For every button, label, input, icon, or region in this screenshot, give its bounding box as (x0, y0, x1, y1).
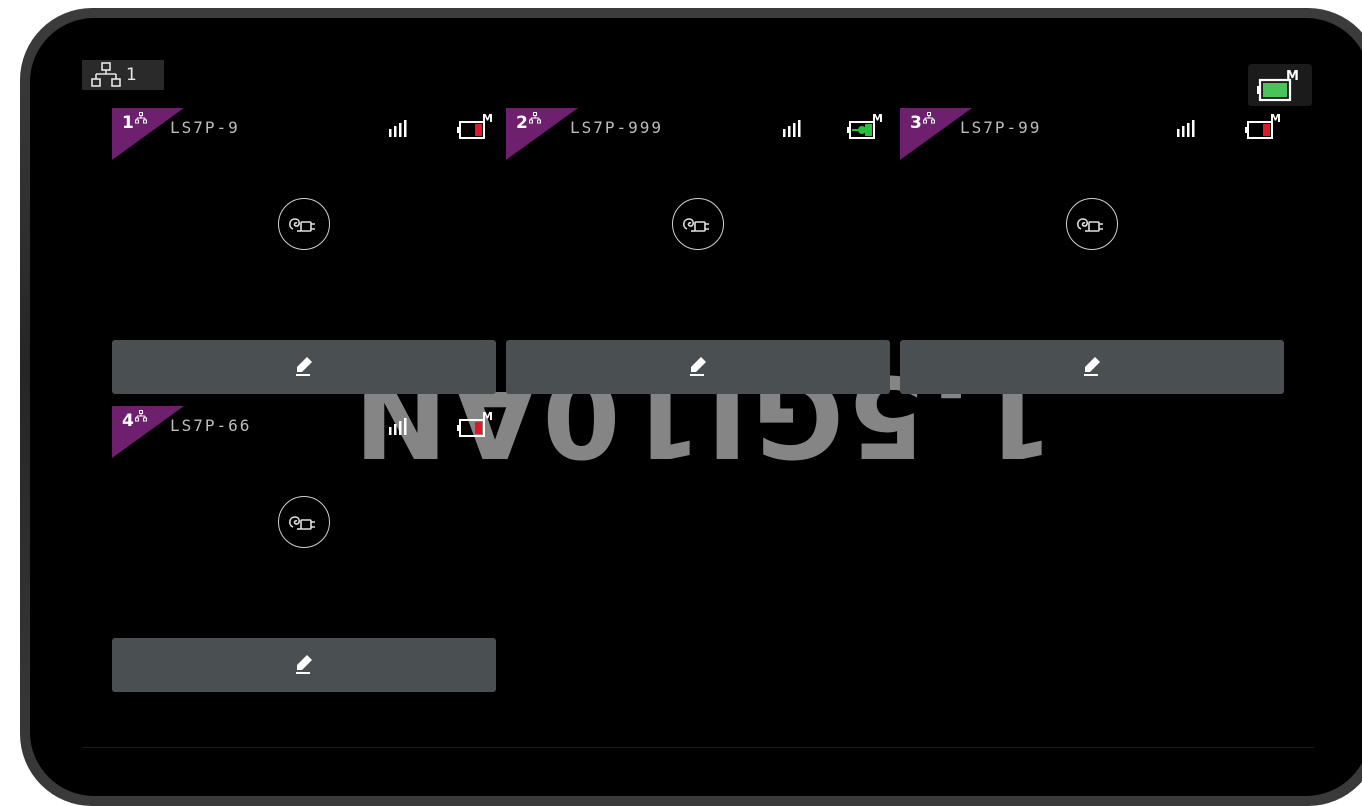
battery-icon: M (457, 410, 493, 437)
network-icon (91, 62, 121, 87)
card-index-number: 2 (516, 113, 528, 133)
pencil-icon (296, 357, 312, 376)
signal-icon (783, 120, 801, 137)
cable-plug-icon (289, 218, 315, 232)
card-header: 2 LS7P-999 M (506, 108, 890, 168)
top-battery-status: M (1248, 64, 1312, 106)
battery-icon: M (457, 112, 493, 139)
device-name: LS7P-999 (570, 118, 664, 137)
device-name: LS7P-66 (170, 416, 252, 435)
card-index: 3 (910, 112, 935, 133)
pencil-icon (690, 357, 706, 376)
cable-plug-icon (1077, 218, 1103, 232)
card-index-number: 1 (122, 113, 134, 133)
card-index: 4 (122, 410, 147, 431)
plug-icon[interactable] (672, 198, 724, 250)
cable-plug-icon (289, 516, 315, 530)
card-index-number: 4 (122, 411, 134, 431)
card-header: 4 LS7P-66 M (112, 406, 496, 466)
network-small-icon (134, 410, 147, 422)
svg-text:M: M (482, 112, 493, 125)
battery-icon: M (1257, 69, 1299, 102)
svg-text:M: M (482, 410, 493, 423)
device-name: LS7P-99 (960, 118, 1042, 137)
card-header: 1 LS7P-9 M (112, 108, 496, 168)
card-index: 2 (516, 112, 541, 133)
group-number: 1 (126, 65, 137, 85)
plug-icon[interactable] (1066, 198, 1118, 250)
svg-text:M: M (1286, 69, 1299, 84)
plug-icon[interactable] (278, 496, 330, 548)
pencil-icon (296, 655, 312, 674)
battery-charging-icon: M (847, 112, 883, 139)
signal-icon (389, 120, 407, 137)
signal-icon (389, 418, 407, 435)
cable-plug-icon (683, 218, 709, 232)
network-group-badge[interactable]: 1 (82, 60, 164, 90)
network-small-icon (528, 112, 541, 124)
svg-text:M: M (1270, 112, 1281, 125)
network-small-icon (134, 112, 147, 124)
plug-icon[interactable] (278, 198, 330, 250)
device-name: LS7P-9 (170, 118, 240, 137)
network-small-icon (922, 112, 935, 124)
edit-button[interactable] (112, 340, 496, 394)
battery-icon: M (1245, 112, 1281, 139)
edit-button[interactable] (506, 340, 890, 394)
edit-button[interactable] (112, 638, 496, 692)
svg-text:M: M (872, 112, 883, 125)
card-index-number: 3 (910, 113, 922, 133)
edit-button[interactable] (900, 340, 1284, 394)
signal-icon (1177, 120, 1195, 137)
pencil-icon (1084, 357, 1100, 376)
card-header: 3 LS7P-99 M (900, 108, 1284, 168)
card-index: 1 (122, 112, 147, 133)
main-screen: 1.5GI10AN 1 .. M 1 LS7P-9 (82, 60, 1314, 748)
